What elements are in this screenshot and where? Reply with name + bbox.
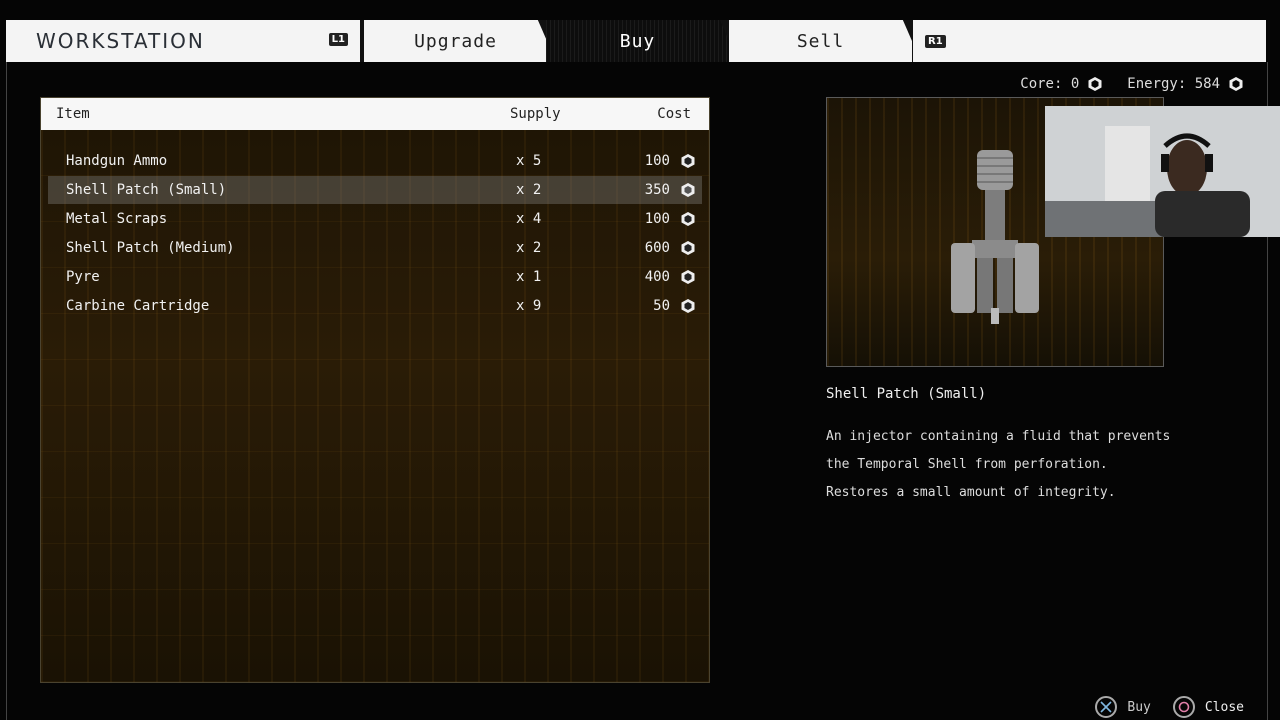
r1-button-icon[interactable]: R1 <box>925 34 946 48</box>
core-label: Core: 0 <box>1020 76 1080 92</box>
item-name: Shell Patch (Medium) <box>66 240 235 256</box>
item-name: Handgun Ammo <box>66 153 168 169</box>
currency-display: Core: 0 Energy: 584 <box>1020 76 1244 92</box>
column-cost: Cost <box>657 106 691 122</box>
item-supply: x 2 <box>516 182 542 198</box>
page-title-text: WORKSTATION <box>36 29 205 53</box>
l1-button-icon[interactable]: L1 <box>328 33 348 46</box>
cost-icon <box>681 212 695 226</box>
cost-icon <box>681 270 695 284</box>
item-cost: 350 <box>644 182 670 198</box>
item-supply: x 2 <box>516 240 542 256</box>
item-detail-title: Shell Patch (Small) <box>826 386 987 402</box>
list-item[interactable]: Metal Scraps x 4 100 <box>48 205 702 233</box>
button-prompts: Buy Close <box>1095 696 1244 718</box>
item-list-panel: Item Supply Cost Handgun Ammo x 5 100 Sh… <box>40 97 710 683</box>
buy-label: Buy <box>1127 699 1151 715</box>
item-name: Carbine Cartridge <box>66 298 210 314</box>
tab-bar-end: R1 <box>913 20 1266 62</box>
item-supply: x 4 <box>516 211 542 227</box>
list-item[interactable]: Pyre x 1 400 <box>48 263 702 291</box>
cross-button-icon <box>1095 696 1118 718</box>
energy-currency: Energy: 584 <box>1127 76 1244 92</box>
cost-icon <box>681 299 695 313</box>
item-cost: 50 <box>653 298 670 314</box>
item-name: Shell Patch (Small) <box>66 182 227 198</box>
tab-buy[interactable]: Buy <box>546 20 729 62</box>
page-title: WORKSTATION L1 <box>6 20 360 62</box>
list-item-selected[interactable]: Shell Patch (Small) x 2 350 <box>48 176 702 204</box>
energy-icon <box>1229 77 1243 91</box>
streamer-webcam-image <box>1045 106 1280 237</box>
cost-icon <box>681 241 695 255</box>
webcam-overlay <box>1045 106 1280 237</box>
item-cost: 600 <box>644 240 670 256</box>
core-icon <box>1088 77 1102 91</box>
item-supply: x 9 <box>516 298 542 314</box>
item-detail-description: An injector containing a fluid that prev… <box>826 429 1171 500</box>
circle-button-icon <box>1172 696 1195 718</box>
column-item: Item <box>56 106 90 122</box>
tab-upgrade[interactable]: Upgrade <box>364 20 547 62</box>
cost-icon <box>681 154 695 168</box>
item-supply: x 5 <box>516 153 542 169</box>
list-item[interactable]: Handgun Ammo x 5 100 <box>48 147 702 175</box>
tab-upgrade-label: Upgrade <box>414 30 497 52</box>
tab-sell-label: Sell <box>796 30 845 52</box>
item-name: Pyre <box>66 269 100 285</box>
item-name: Metal Scraps <box>66 211 168 227</box>
list-item[interactable]: Carbine Cartridge x 9 50 <box>48 292 702 320</box>
item-cost: 100 <box>644 211 670 227</box>
energy-label: Energy: 584 <box>1127 76 1220 92</box>
cost-icon <box>681 183 695 197</box>
close-label: Close <box>1204 699 1244 715</box>
list-header: Item Supply Cost <box>41 98 709 130</box>
item-supply: x 1 <box>516 269 542 285</box>
tab-sell[interactable]: Sell <box>729 20 912 62</box>
close-prompt[interactable]: Close <box>1172 696 1244 718</box>
buy-prompt[interactable]: Buy <box>1095 696 1151 718</box>
item-cost: 100 <box>644 153 670 169</box>
core-currency: Core: 0 <box>1020 76 1103 92</box>
list-item[interactable]: Shell Patch (Medium) x 2 600 <box>48 234 702 262</box>
item-cost: 400 <box>644 269 670 285</box>
top-tab-bar: WORKSTATION L1 Upgrade Buy Sell R1 <box>6 20 1266 62</box>
tab-buy-label: Buy <box>619 30 656 52</box>
column-supply: Supply <box>510 106 561 122</box>
